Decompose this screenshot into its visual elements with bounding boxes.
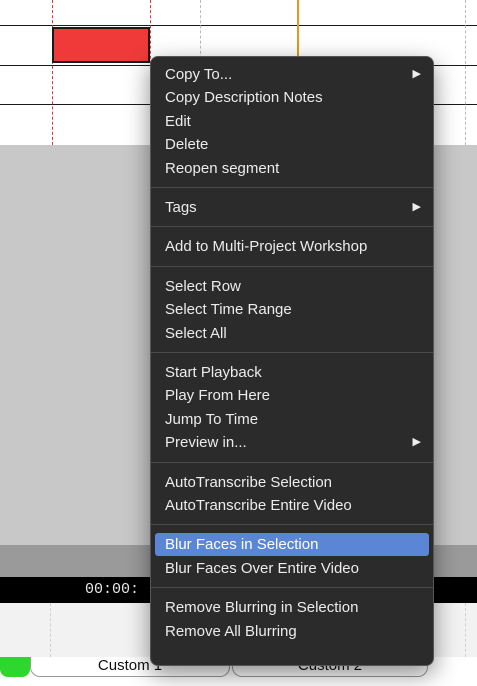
timecode-display: 00:00: xyxy=(85,581,140,598)
menu-item-label: Blur Faces Over Entire Video xyxy=(165,559,359,577)
menu-separator xyxy=(151,524,433,526)
menu-item-start-playback[interactable]: Start Playback xyxy=(155,361,429,384)
menu-separator xyxy=(151,187,433,188)
menu-item-label: AutoTranscribe Selection xyxy=(165,473,333,491)
menu-item-label: Reopen segment xyxy=(165,159,280,177)
menu-item-remove-all-blurring[interactable]: Remove All Blurring xyxy=(155,620,429,643)
menu-item-label: Start Playback xyxy=(165,364,262,381)
status-tab[interactable] xyxy=(0,657,30,677)
menu-separator xyxy=(151,461,433,463)
menu-item-label: Add to Multi-Project Workshop xyxy=(165,238,368,256)
menu-item-label: Blur Faces in Selection xyxy=(165,536,319,554)
menu-item-remove-blurring-in-selection[interactable]: Remove Blurring in Selection xyxy=(155,596,429,619)
grid-line xyxy=(50,603,51,657)
selection-start-marker xyxy=(52,0,53,145)
menu-item-copy-to[interactable]: Copy To... ▶ xyxy=(155,63,429,86)
menu-item-select-all[interactable]: Select All xyxy=(155,322,429,345)
menu-separator xyxy=(151,352,433,353)
menu-item-label: Copy To... xyxy=(165,66,233,83)
menu-item-jump-to-time[interactable]: Jump To Time xyxy=(155,408,429,431)
menu-item-edit[interactable]: Edit xyxy=(155,110,429,133)
submenu-arrow-icon: ▶ xyxy=(412,201,421,213)
menu-item-label: Copy Description Notes xyxy=(165,89,323,107)
submenu-arrow-icon: ▶ xyxy=(412,68,421,80)
menu-item-label: Select Row xyxy=(165,277,241,295)
menu-separator xyxy=(151,587,433,589)
menu-item-autotranscribe-selection[interactable]: AutoTranscribe Selection xyxy=(155,471,429,494)
menu-item-label: Select Time Range xyxy=(165,301,292,319)
menu-item-label: Remove All Blurring xyxy=(165,622,297,640)
menu-item-label: Delete xyxy=(165,136,209,154)
menu-item-label: Select All xyxy=(165,324,227,342)
menu-item-blur-faces-over-entire-video[interactable]: Blur Faces Over Entire Video xyxy=(155,557,429,580)
menu-item-preview-in[interactable]: Preview in... ▶ xyxy=(155,431,429,454)
menu-separator xyxy=(151,226,433,228)
menu-item-delete[interactable]: Delete xyxy=(155,133,429,156)
track-divider xyxy=(0,25,477,26)
menu-item-reopen-segment[interactable]: Reopen segment xyxy=(155,157,429,180)
submenu-arrow-icon: ▶ xyxy=(412,436,421,449)
menu-item-play-from-here[interactable]: Play From Here xyxy=(155,384,429,407)
menu-item-autotranscribe-entire-video[interactable]: AutoTranscribe Entire Video xyxy=(155,494,429,517)
menu-item-label: AutoTranscribe Entire Video xyxy=(165,497,352,514)
menu-item-label: Edit xyxy=(165,112,191,130)
menu-item-label: Remove Blurring in Selection xyxy=(165,599,359,617)
grid-line xyxy=(465,0,466,145)
menu-separator xyxy=(151,265,433,267)
menu-item-tags[interactable]: Tags ▶ xyxy=(155,196,429,219)
menu-item-label: Play From Here xyxy=(165,387,271,405)
menu-item-select-row[interactable]: Select Row xyxy=(155,275,429,298)
menu-item-copy-description-notes[interactable]: Copy Description Notes xyxy=(155,86,429,109)
menu-item-label: Tags xyxy=(165,199,197,216)
menu-item-label: Preview in... xyxy=(165,434,247,452)
menu-item-add-to-multi-project-workshop[interactable]: Add to Multi-Project Workshop xyxy=(155,235,429,258)
grid-line xyxy=(465,603,466,657)
menu-item-select-time-range[interactable]: Select Time Range xyxy=(155,298,429,321)
menu-item-label: Jump To Time xyxy=(165,410,259,428)
context-menu: Copy To... ▶ Copy Description Notes Edit Del… xyxy=(150,56,434,666)
timeline-segment[interactable] xyxy=(52,27,150,63)
menu-item-blur-faces-in-selection[interactable]: Blur Faces in Selection xyxy=(155,533,429,557)
